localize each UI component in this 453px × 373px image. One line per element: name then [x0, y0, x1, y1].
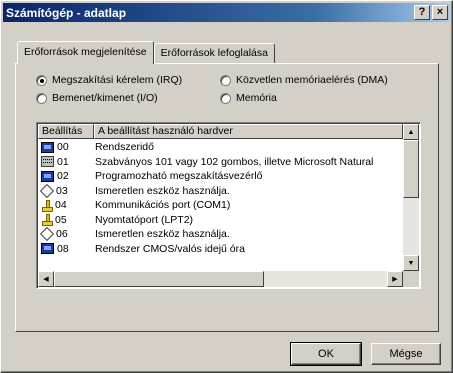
radio-label: Megszakítási kérelem (IRQ)	[52, 74, 183, 86]
help-button[interactable]: ?	[414, 5, 430, 20]
radio-io[interactable]: Bemenet/kimenet (I/O)	[36, 92, 158, 104]
irq-code: 04	[55, 199, 67, 212]
hardware-name: Programozható megszakításvezérlő	[95, 170, 263, 183]
title-buttons: ? ×	[414, 5, 448, 20]
irq-code: 06	[56, 228, 68, 241]
monitor-icon	[41, 141, 54, 153]
scroll-right-button[interactable]: ▶	[387, 271, 403, 287]
scroll-down-button[interactable]: ▼	[403, 255, 419, 271]
radio-irq[interactable]: Megszakítási kérelem (IRQ)	[36, 74, 182, 86]
list-item[interactable]: 08 Rendszer CMOS/valós idejű óra	[39, 242, 402, 257]
list-header: Beállítás A beállítást használó hardver	[38, 124, 403, 139]
radio-button[interactable]	[36, 92, 47, 104]
column-header-hardware[interactable]: A beállítást használó hardver	[94, 124, 403, 139]
scroll-left-button[interactable]: ◀	[38, 271, 54, 287]
port-icon	[41, 214, 53, 227]
cancel-button[interactable]: Mégse	[371, 343, 441, 365]
resource-list[interactable]: Beállítás A beállítást használó hardver …	[36, 122, 421, 289]
tab-strip: Erőforrások megjelenítése Erőforrások le…	[17, 41, 275, 64]
port-icon	[41, 199, 53, 212]
irq-code: 00	[57, 141, 69, 154]
list-item[interactable]: 01 Szabványos 101 vagy 102 gombos, illet…	[39, 155, 402, 170]
radio-label: Bemenet/kimenet (I/O)	[52, 92, 158, 104]
unknown-device-icon	[39, 227, 55, 242]
dialog-window: Számítógép - adatlap ? × Erőforrások meg…	[0, 0, 453, 373]
title-bar[interactable]: Számítógép - adatlap ? ×	[3, 3, 450, 22]
ok-button[interactable]: OK	[290, 342, 362, 366]
list-item[interactable]: 02 Programozható megszakításvezérlő	[39, 169, 402, 184]
radio-label: Memória	[236, 92, 277, 104]
monitor-icon	[41, 170, 54, 182]
keyboard-icon	[41, 156, 54, 168]
hardware-name: Nyomtatóport (LPT2)	[95, 213, 194, 226]
tab-reserve-resources[interactable]: Erőforrások lefoglalása	[153, 43, 275, 63]
radio-memory[interactable]: Memória	[220, 92, 277, 104]
hardware-name: Szabványos 101 vagy 102 gombos, illetve …	[95, 155, 374, 168]
list-item[interactable]: 04 Kommunikációs port (COM1)	[39, 198, 402, 213]
irq-code: 03	[56, 184, 68, 197]
list-item[interactable]: 03 Ismeretlen eszköz használja.	[39, 183, 402, 199]
irq-code: 08	[57, 242, 69, 255]
radio-label: Közvetlen memóriaelérés (DMA)	[236, 74, 388, 86]
scrollbar-corner	[403, 271, 419, 287]
vertical-scroll-thumb[interactable]	[403, 140, 419, 198]
hardware-name: Rendszer CMOS/valós idejű óra	[95, 242, 245, 255]
radio-button[interactable]	[220, 92, 231, 104]
resource-type-group: Megszakítási kérelem (IRQ) Közvetlen mem…	[36, 72, 426, 112]
list-rows: 00 Rendszeridő 01 Szabványos 101 vagy 10…	[39, 140, 402, 271]
radio-dma[interactable]: Közvetlen memóriaelérés (DMA)	[220, 74, 388, 86]
irq-code: 01	[57, 155, 69, 168]
list-item[interactable]: 06 Ismeretlen eszköz használja.	[39, 227, 402, 242]
window-title: Számítógép - adatlap	[6, 5, 127, 20]
hardware-name: Kommunikációs port (COM1)	[95, 199, 231, 212]
column-header-setting[interactable]: Beállítás	[38, 124, 94, 139]
close-button[interactable]: ×	[432, 5, 448, 20]
hardware-name: Rendszeridő	[95, 141, 154, 154]
horizontal-scrollbar[interactable]: ◀ ▶	[38, 271, 403, 287]
tab-panel: Megszakítási kérelem (IRQ) Közvetlen mem…	[15, 63, 439, 332]
radio-button[interactable]	[220, 74, 231, 86]
scroll-up-button[interactable]: ▲	[403, 124, 419, 140]
list-item[interactable]: 05 Nyomtatóport (LPT2)	[39, 213, 402, 228]
list-item[interactable]: 00 Rendszeridő	[39, 140, 402, 155]
irq-code: 05	[55, 213, 67, 226]
unknown-device-icon	[39, 183, 55, 198]
tab-view-resources[interactable]: Erőforrások megjelenítése	[17, 41, 154, 64]
hardware-name: Ismeretlen eszköz használja.	[95, 228, 230, 241]
irq-code: 02	[57, 170, 69, 183]
monitor-icon	[41, 243, 54, 255]
horizontal-scroll-thumb[interactable]	[54, 271, 264, 287]
radio-button[interactable]	[36, 74, 47, 86]
vertical-scrollbar[interactable]: ▲ ▼	[403, 124, 419, 271]
hardware-name: Ismeretlen eszköz használja.	[95, 184, 230, 197]
